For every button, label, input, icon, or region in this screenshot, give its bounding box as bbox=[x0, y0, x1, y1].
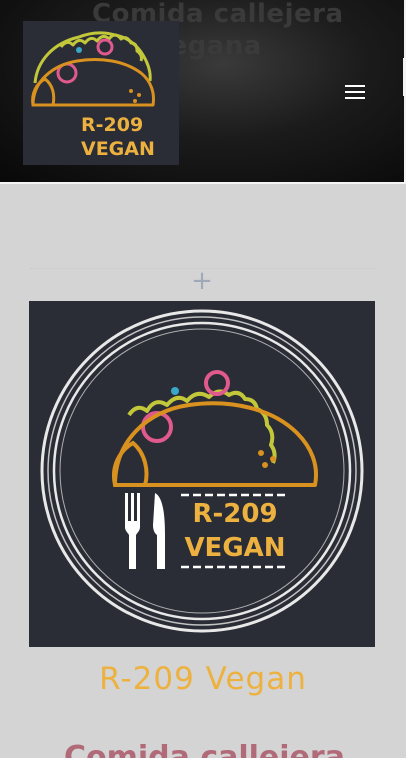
plus-icon[interactable]: + bbox=[190, 266, 214, 296]
site-header: Comida callejera vegana R-209 VEGAN bbox=[0, 0, 406, 184]
hamburger-menu-icon[interactable] bbox=[345, 85, 365, 101]
logo-text-line-2: VEGAN bbox=[81, 138, 155, 160]
menu-bar bbox=[345, 97, 365, 99]
logo-text: R-209 VEGAN bbox=[81, 113, 171, 161]
section-heading: Comida callejera bbox=[64, 740, 345, 758]
logo-text-line-1: R-209 bbox=[81, 114, 144, 136]
image-text: R-209 VEGAN bbox=[179, 497, 291, 565]
site-logo[interactable]: R-209 VEGAN bbox=[23, 21, 179, 165]
restaurant-name: R-209 Vegan bbox=[99, 661, 307, 697]
image-text-line-2: VEGAN bbox=[184, 533, 286, 563]
menu-bar bbox=[345, 85, 365, 87]
restaurant-logo-image: R-209 VEGAN bbox=[29, 301, 375, 647]
image-text-line-1: R-209 bbox=[192, 499, 278, 529]
taco-plate-logo-icon bbox=[40, 309, 364, 633]
menu-bar bbox=[345, 91, 365, 93]
